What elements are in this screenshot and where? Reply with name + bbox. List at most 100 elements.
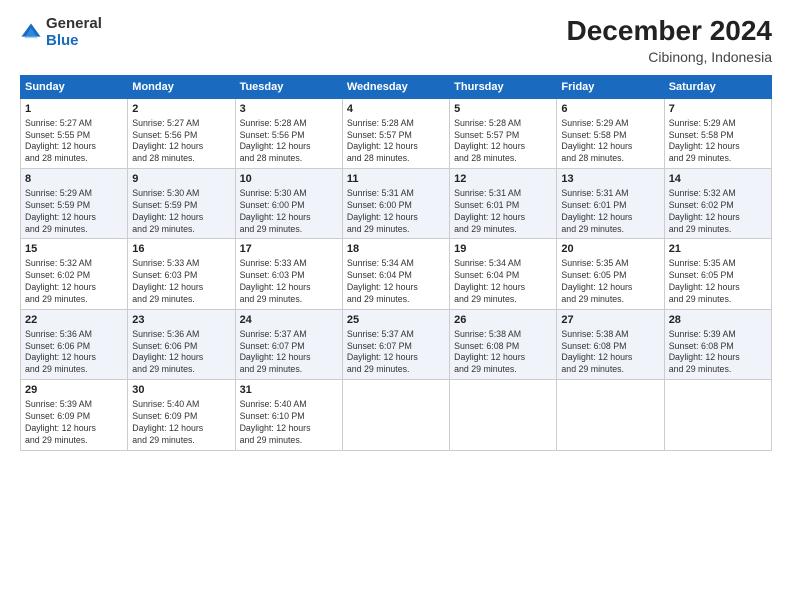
cell-daylight-cont: and 29 minutes. [240, 224, 338, 236]
cell-sunset: Sunset: 5:55 PM [25, 130, 123, 142]
calendar-cell: 3 Sunrise: 5:28 AM Sunset: 5:56 PM Dayli… [235, 98, 342, 168]
cell-daylight: Daylight: 12 hours [561, 141, 659, 153]
cell-sunrise: Sunrise: 5:37 AM [347, 329, 445, 341]
logo-blue: Blue [46, 33, 102, 50]
calendar-cell: 1 Sunrise: 5:27 AM Sunset: 5:55 PM Dayli… [21, 98, 128, 168]
cell-daylight: Daylight: 12 hours [561, 212, 659, 224]
cell-daylight: Daylight: 12 hours [132, 352, 230, 364]
calendar-cell: 26 Sunrise: 5:38 AM Sunset: 6:08 PM Dayl… [450, 309, 557, 379]
calendar-cell: 19 Sunrise: 5:34 AM Sunset: 6:04 PM Dayl… [450, 239, 557, 309]
cell-daylight: Daylight: 12 hours [240, 282, 338, 294]
cell-sunset: Sunset: 6:04 PM [454, 270, 552, 282]
calendar-cell: 30 Sunrise: 5:40 AM Sunset: 6:09 PM Dayl… [128, 380, 235, 450]
cell-sunrise: Sunrise: 5:29 AM [25, 188, 123, 200]
cell-day-number: 25 [347, 313, 445, 328]
cell-sunset: Sunset: 6:01 PM [561, 200, 659, 212]
cell-daylight-cont: and 29 minutes. [669, 294, 767, 306]
cell-day-number: 11 [347, 172, 445, 187]
cell-daylight-cont: and 29 minutes. [240, 435, 338, 447]
cell-day-number: 8 [25, 172, 123, 187]
calendar-cell: 28 Sunrise: 5:39 AM Sunset: 6:08 PM Dayl… [664, 309, 771, 379]
calendar-cell [450, 380, 557, 450]
cell-daylight-cont: and 29 minutes. [561, 224, 659, 236]
cell-daylight-cont: and 29 minutes. [25, 224, 123, 236]
cell-sunset: Sunset: 6:04 PM [347, 270, 445, 282]
cell-sunset: Sunset: 6:08 PM [669, 341, 767, 353]
calendar-cell: 9 Sunrise: 5:30 AM Sunset: 5:59 PM Dayli… [128, 169, 235, 239]
col-sunday: Sunday [21, 75, 128, 98]
cell-sunrise: Sunrise: 5:29 AM [561, 118, 659, 130]
cell-sunrise: Sunrise: 5:27 AM [25, 118, 123, 130]
cell-sunset: Sunset: 6:05 PM [561, 270, 659, 282]
cell-day-number: 20 [561, 242, 659, 257]
cell-sunrise: Sunrise: 5:30 AM [132, 188, 230, 200]
cell-daylight: Daylight: 12 hours [669, 352, 767, 364]
header-row: Sunday Monday Tuesday Wednesday Thursday… [21, 75, 772, 98]
cell-daylight: Daylight: 12 hours [240, 141, 338, 153]
cell-daylight: Daylight: 12 hours [669, 141, 767, 153]
cell-sunset: Sunset: 6:05 PM [669, 270, 767, 282]
cell-sunrise: Sunrise: 5:32 AM [669, 188, 767, 200]
cell-day-number: 7 [669, 102, 767, 117]
calendar-cell: 20 Sunrise: 5:35 AM Sunset: 6:05 PM Dayl… [557, 239, 664, 309]
cell-daylight: Daylight: 12 hours [669, 282, 767, 294]
col-saturday: Saturday [664, 75, 771, 98]
calendar-cell: 4 Sunrise: 5:28 AM Sunset: 5:57 PM Dayli… [342, 98, 449, 168]
cell-daylight-cont: and 29 minutes. [454, 224, 552, 236]
cell-day-number: 28 [669, 313, 767, 328]
calendar-cell: 15 Sunrise: 5:32 AM Sunset: 6:02 PM Dayl… [21, 239, 128, 309]
cell-day-number: 12 [454, 172, 552, 187]
cell-daylight: Daylight: 12 hours [132, 423, 230, 435]
cell-daylight: Daylight: 12 hours [347, 282, 445, 294]
cell-sunset: Sunset: 6:08 PM [454, 341, 552, 353]
cell-daylight: Daylight: 12 hours [454, 352, 552, 364]
cell-sunset: Sunset: 6:07 PM [240, 341, 338, 353]
cell-sunset: Sunset: 6:07 PM [347, 341, 445, 353]
cell-day-number: 10 [240, 172, 338, 187]
calendar-cell: 24 Sunrise: 5:37 AM Sunset: 6:07 PM Dayl… [235, 309, 342, 379]
cell-sunset: Sunset: 6:06 PM [132, 341, 230, 353]
cell-daylight-cont: and 29 minutes. [561, 364, 659, 376]
cell-daylight: Daylight: 12 hours [347, 212, 445, 224]
calendar-cell: 21 Sunrise: 5:35 AM Sunset: 6:05 PM Dayl… [664, 239, 771, 309]
calendar-cell [557, 380, 664, 450]
cell-daylight-cont: and 28 minutes. [347, 153, 445, 165]
cell-daylight: Daylight: 12 hours [25, 352, 123, 364]
cell-day-number: 5 [454, 102, 552, 117]
calendar-cell: 31 Sunrise: 5:40 AM Sunset: 6:10 PM Dayl… [235, 380, 342, 450]
calendar-cell: 25 Sunrise: 5:37 AM Sunset: 6:07 PM Dayl… [342, 309, 449, 379]
col-tuesday: Tuesday [235, 75, 342, 98]
cell-daylight-cont: and 29 minutes. [132, 294, 230, 306]
cell-sunrise: Sunrise: 5:33 AM [132, 258, 230, 270]
cell-daylight-cont: and 29 minutes. [669, 153, 767, 165]
cell-sunrise: Sunrise: 5:38 AM [454, 329, 552, 341]
calendar-cell: 7 Sunrise: 5:29 AM Sunset: 5:58 PM Dayli… [664, 98, 771, 168]
calendar-cell: 17 Sunrise: 5:33 AM Sunset: 6:03 PM Dayl… [235, 239, 342, 309]
calendar-cell: 27 Sunrise: 5:38 AM Sunset: 6:08 PM Dayl… [557, 309, 664, 379]
cell-sunset: Sunset: 6:00 PM [240, 200, 338, 212]
cell-daylight-cont: and 29 minutes. [347, 364, 445, 376]
cell-daylight: Daylight: 12 hours [240, 423, 338, 435]
cell-daylight: Daylight: 12 hours [561, 282, 659, 294]
cell-daylight-cont: and 29 minutes. [25, 435, 123, 447]
cell-daylight: Daylight: 12 hours [25, 141, 123, 153]
subtitle: Cibinong, Indonesia [567, 49, 772, 65]
cell-sunrise: Sunrise: 5:40 AM [132, 399, 230, 411]
title-area: December 2024 Cibinong, Indonesia [567, 16, 772, 65]
cell-sunrise: Sunrise: 5:36 AM [132, 329, 230, 341]
cell-day-number: 16 [132, 242, 230, 257]
cell-sunset: Sunset: 5:57 PM [347, 130, 445, 142]
cell-day-number: 6 [561, 102, 659, 117]
cell-sunset: Sunset: 6:09 PM [132, 411, 230, 423]
calendar-cell: 23 Sunrise: 5:36 AM Sunset: 6:06 PM Dayl… [128, 309, 235, 379]
cell-sunrise: Sunrise: 5:36 AM [25, 329, 123, 341]
calendar-cell: 8 Sunrise: 5:29 AM Sunset: 5:59 PM Dayli… [21, 169, 128, 239]
cell-daylight-cont: and 29 minutes. [561, 294, 659, 306]
calendar-cell: 10 Sunrise: 5:30 AM Sunset: 6:00 PM Dayl… [235, 169, 342, 239]
cell-sunset: Sunset: 6:08 PM [561, 341, 659, 353]
calendar-cell: 16 Sunrise: 5:33 AM Sunset: 6:03 PM Dayl… [128, 239, 235, 309]
cell-sunrise: Sunrise: 5:28 AM [347, 118, 445, 130]
cell-sunset: Sunset: 6:02 PM [669, 200, 767, 212]
cell-day-number: 23 [132, 313, 230, 328]
cell-daylight: Daylight: 12 hours [669, 212, 767, 224]
